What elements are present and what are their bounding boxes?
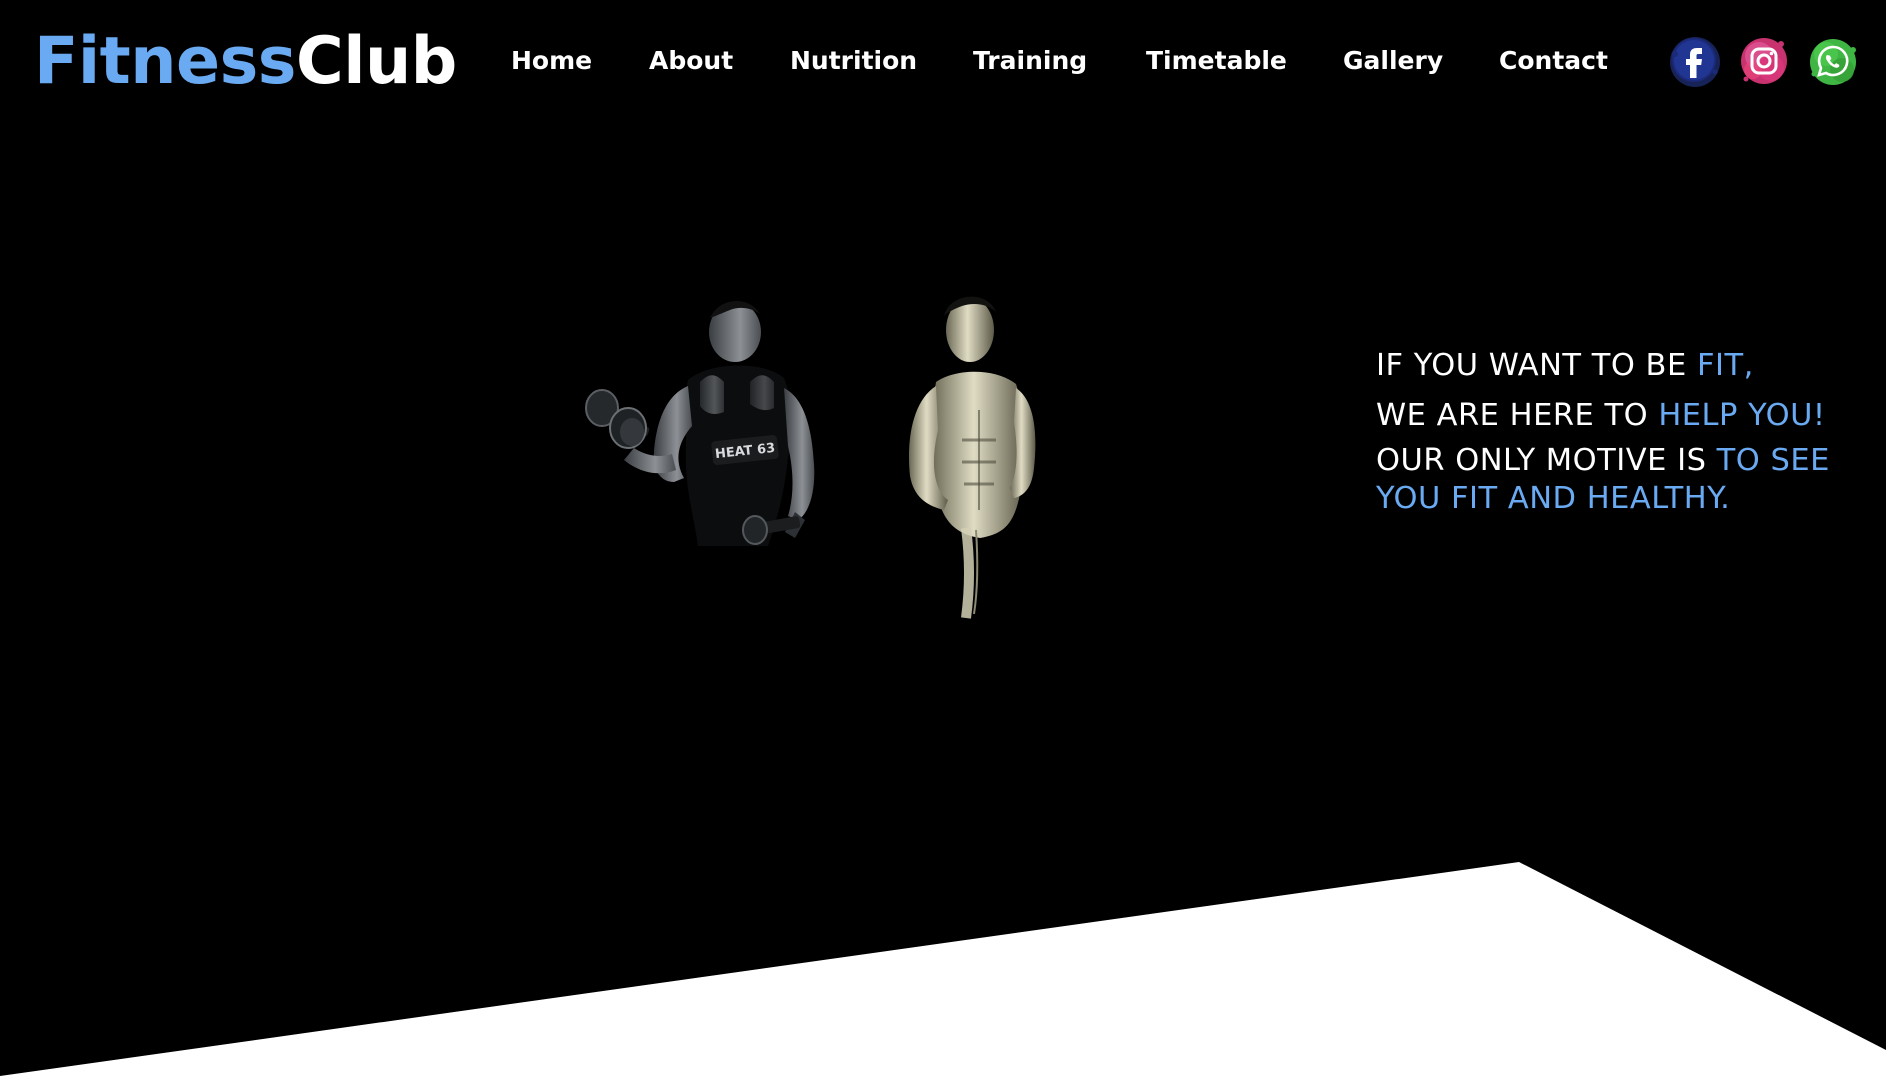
tagline-line-3-text: OUR ONLY MOTIVE IS <box>1376 443 1717 478</box>
tagline-line-2-text: WE ARE HERE TO <box>1376 398 1659 433</box>
nav-nutrition[interactable]: Nutrition <box>790 45 917 77</box>
site-header: FitnessClub Home About Nutrition Trainin… <box>0 0 1886 120</box>
hero-athletes-image: HEAT 63 <box>585 296 1036 619</box>
facebook-icon[interactable] <box>1667 34 1721 88</box>
tagline-line-2-highlight: HELP YOU! <box>1658 398 1826 433</box>
tagline-line-1-text: IF YOU WANT TO BE <box>1376 348 1697 383</box>
athlete-left: HEAT 63 <box>585 300 815 546</box>
athlete-right <box>909 296 1036 619</box>
nav-about[interactable]: About <box>649 45 733 77</box>
nav-training[interactable]: Training <box>973 45 1087 77</box>
nav-home[interactable]: Home <box>511 45 592 77</box>
logo-part-fitness: Fitness <box>34 24 297 99</box>
instagram-icon[interactable] <box>1737 34 1791 88</box>
nav-contact[interactable]: Contact <box>1499 45 1608 77</box>
logo-part-club: Club <box>296 24 457 99</box>
whatsapp-icon[interactable] <box>1806 34 1860 88</box>
site-logo[interactable]: FitnessClub <box>34 24 457 99</box>
tagline-line-2: WE ARE HERE TO HELP YOU! <box>1376 394 1876 438</box>
tagline-line-3: OUR ONLY MOTIVE IS TO SEE YOU FIT AND HE… <box>1376 442 1876 518</box>
nav-timetable[interactable]: Timetable <box>1146 45 1287 77</box>
tagline-line-1-highlight: FIT, <box>1696 348 1754 383</box>
dumbbell <box>585 389 650 449</box>
tagline-line-1: IF YOU WANT TO BE FIT, <box>1376 344 1876 388</box>
nav-gallery[interactable]: Gallery <box>1343 45 1443 77</box>
hero-tagline: IF YOU WANT TO BE FIT, WE ARE HERE TO HE… <box>1376 344 1876 518</box>
